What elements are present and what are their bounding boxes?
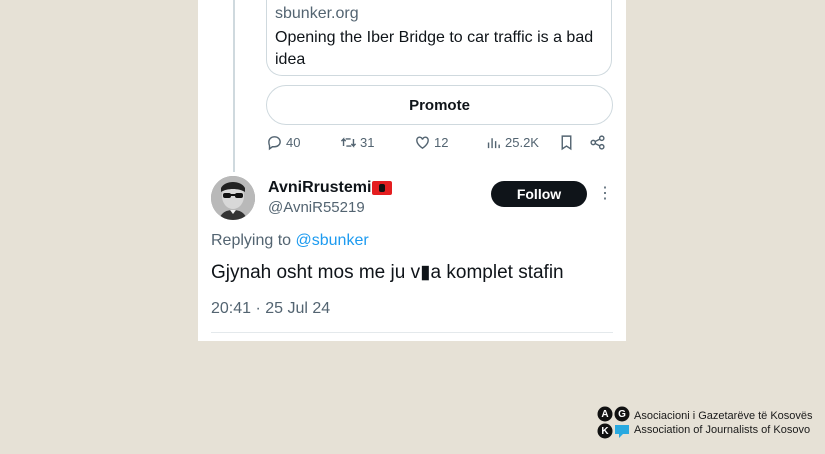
agk-logo-mark-icon: A G K xyxy=(597,406,630,439)
reply-timestamp[interactable]: 20:41 · 25 Jul 24 xyxy=(211,300,330,318)
username-text: AvniRrustemi xyxy=(268,179,372,196)
share-icon xyxy=(590,135,605,150)
reply-action[interactable]: 40 xyxy=(266,134,300,151)
like-count: 12 xyxy=(434,135,449,150)
repost-icon xyxy=(340,137,357,148)
mention-link[interactable]: @sbunker xyxy=(296,232,369,249)
avatar-portrait-icon xyxy=(211,176,255,220)
views-icon xyxy=(487,138,500,149)
bookmark-action[interactable] xyxy=(558,134,575,151)
link-title[interactable]: Opening the Iber Bridge to car traffic i… xyxy=(275,27,595,71)
repost-action[interactable]: 31 xyxy=(340,134,374,151)
org-name-english: Association of Journalists of Kosovo xyxy=(634,424,811,436)
avatar[interactable] xyxy=(211,176,255,220)
heart-icon xyxy=(416,136,429,150)
svg-text:A: A xyxy=(601,409,608,420)
albania-flag-icon xyxy=(372,181,393,195)
svg-text:G: G xyxy=(618,409,626,420)
views-count: 25.2K xyxy=(505,135,539,150)
reply-count: 40 xyxy=(286,135,301,150)
views-action[interactable]: 25.2K xyxy=(485,134,539,151)
more-options-icon[interactable]: ⋮ xyxy=(597,184,613,204)
repost-count: 31 xyxy=(360,135,375,150)
org-name-albanian: Asociacioni i Gazetarëve të Kosovës xyxy=(634,410,813,422)
share-action[interactable] xyxy=(589,134,606,151)
follow-button[interactable]: Follow xyxy=(491,181,587,207)
tweet-actions: 40 31 12 25.2K xyxy=(0,134,825,154)
bookmark-icon xyxy=(561,135,572,151)
link-domain: sbunker.org xyxy=(275,5,359,22)
divider xyxy=(211,332,613,333)
like-action[interactable]: 12 xyxy=(414,134,448,151)
replying-to: Replying to @sbunker xyxy=(211,232,369,250)
svg-text:K: K xyxy=(601,426,609,437)
reply-handle[interactable]: @AvniR55219 xyxy=(268,199,365,216)
replying-prefix: Replying to xyxy=(211,232,296,249)
reply-username[interactable]: AvniRrustemi xyxy=(268,179,393,197)
reply-icon xyxy=(268,136,281,151)
agk-logo: A G K xyxy=(597,406,631,440)
promote-button[interactable]: Promote xyxy=(266,85,613,125)
reply-text: Gjynah osht mos me ju v▮a komplet stafin xyxy=(211,262,564,283)
